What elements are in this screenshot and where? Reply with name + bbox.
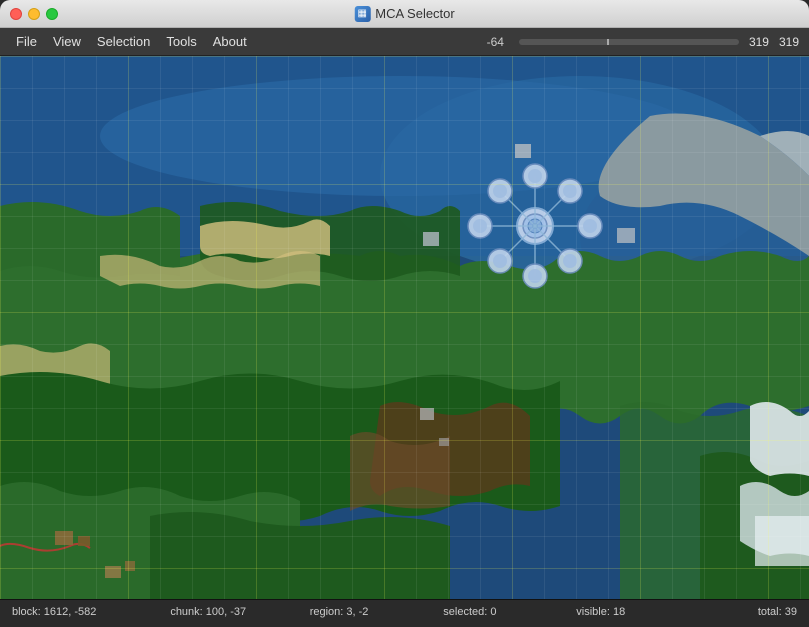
menu-selection[interactable]: Selection [89, 31, 158, 52]
coord-display: -64 319 319 [487, 35, 799, 49]
status-chunk: chunk: 100, -37 [143, 606, 274, 618]
minimize-button[interactable] [28, 8, 40, 20]
map-canvas[interactable] [0, 56, 809, 599]
coord-ruler [519, 39, 739, 45]
app-name-label: MCA Selector [375, 6, 454, 21]
menu-tools[interactable]: Tools [158, 31, 204, 52]
status-selected: selected: 0 [404, 606, 535, 618]
maximize-button[interactable] [46, 8, 58, 20]
menu-about[interactable]: About [205, 31, 255, 52]
status-block: block: 1612, -582 [12, 606, 143, 618]
status-region: region: 3, -2 [274, 606, 405, 618]
map-viewport[interactable] [0, 56, 809, 599]
coord-value: -64 [487, 35, 509, 49]
status-total: total: 39 [666, 606, 797, 618]
app-title: ▦ MCA Selector [354, 6, 454, 22]
close-button[interactable] [10, 8, 22, 20]
menu-view[interactable]: View [45, 31, 89, 52]
menu-bar: File View Selection Tools About -64 319 … [0, 28, 809, 56]
status-bar: block: 1612, -582 chunk: 100, -37 region… [0, 599, 809, 623]
status-visible: visible: 18 [535, 606, 666, 618]
coord-x: 319 [749, 35, 769, 49]
title-bar: ▦ MCA Selector [0, 0, 809, 28]
traffic-lights [0, 8, 58, 20]
app-icon: ▦ [354, 6, 370, 22]
menu-file[interactable]: File [8, 31, 45, 52]
coord-y: 319 [779, 35, 799, 49]
